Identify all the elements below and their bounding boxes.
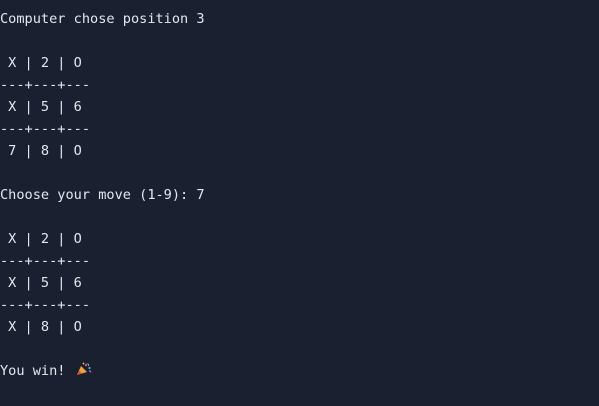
board-separator: ---+---+--- <box>0 253 91 269</box>
move-prompt: Choose your move (1-9): 7 <box>0 187 205 203</box>
status-line: Computer chose position 3 <box>0 11 205 27</box>
board-row: X | 2 | O <box>0 231 82 247</box>
board-row: 7 | 8 | O <box>0 143 82 159</box>
board-separator: ---+---+--- <box>0 121 91 137</box>
party-popper-icon <box>76 361 92 375</box>
board-separator: ---+---+--- <box>0 297 91 313</box>
board-row: X | 5 | 6 <box>0 99 82 115</box>
terminal-output[interactable]: Computer chose position 3 X | 2 | O ---+… <box>0 0 599 406</box>
board-row: X | 8 | O <box>0 319 82 335</box>
win-message: You win! <box>0 363 74 379</box>
win-message-line: You win! <box>0 360 599 382</box>
board-row: X | 2 | O <box>0 55 82 71</box>
board-row: X | 5 | 6 <box>0 275 82 291</box>
board-separator: ---+---+--- <box>0 77 91 93</box>
